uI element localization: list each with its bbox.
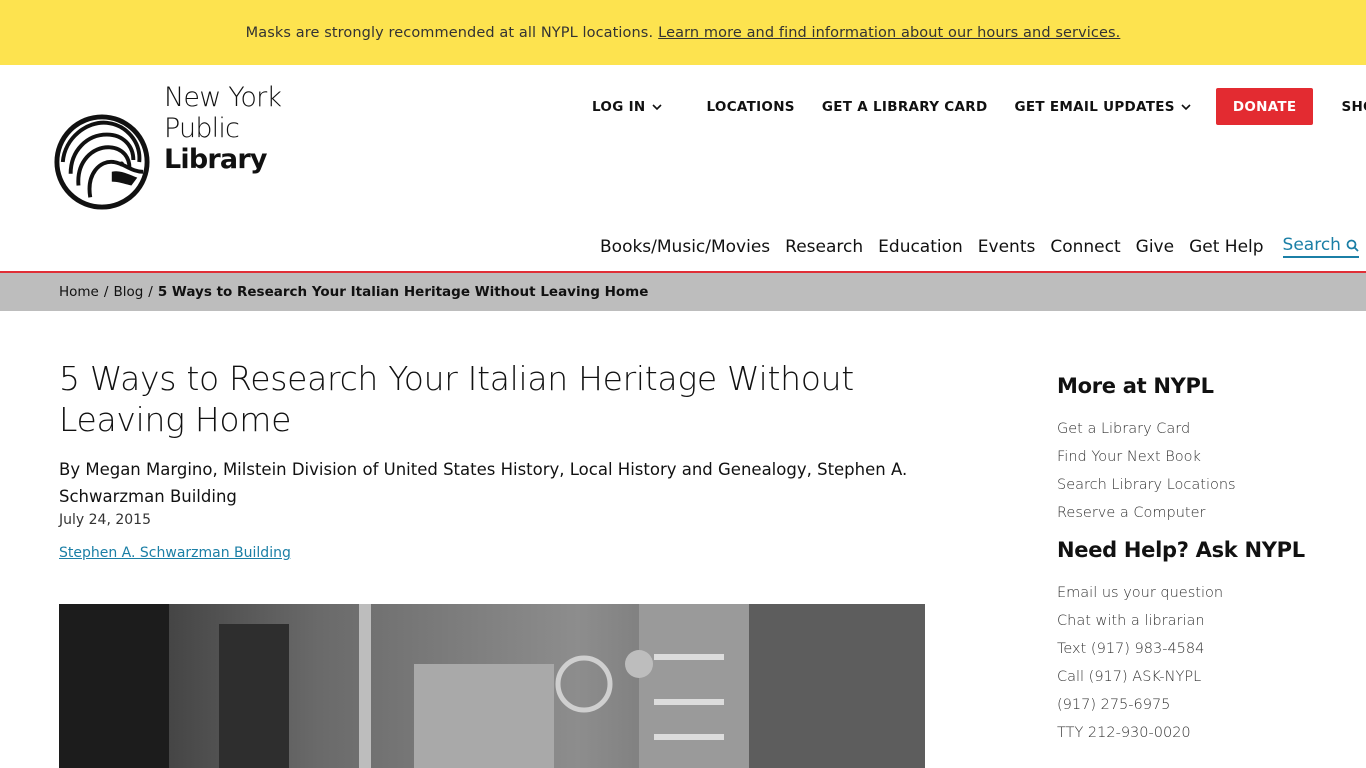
nav-give[interactable]: Give [1136,237,1174,257]
article-byline: By Megan Margino, Milstein Division of U… [59,460,908,506]
nav-books-music-movies[interactable]: Books/Music/Movies [600,237,770,257]
article-header: 5 Ways to Research Your Italian Heritage… [59,358,939,561]
breadcrumb: Home / Blog / 5 Ways to Research Your It… [0,273,1366,311]
main-nav: Books/Music/Movies Research Education Ev… [600,235,1359,258]
article-photo [59,604,925,768]
breadcrumb-blog[interactable]: Blog [113,284,143,300]
nav-get-help[interactable]: Get Help [1189,237,1263,257]
nav-education[interactable]: Education [878,237,963,257]
shop-link[interactable]: SHOP [1341,99,1366,115]
search-label: Search [1282,235,1341,255]
email-updates-label: GET EMAIL UPDATES [1014,98,1175,115]
chevron-down-icon [651,103,662,110]
email-updates-button[interactable]: GET EMAIL UPDATES [1014,98,1191,115]
nav-events[interactable]: Events [978,237,1036,257]
sidebar-link-email[interactable]: Email us your question [1057,579,1347,607]
login-label: LOG IN [592,98,646,115]
locations-link[interactable]: LOCATIONS [707,99,795,115]
location-link[interactable]: Stephen A. Schwarzman Building [59,545,291,561]
breadcrumb-current: 5 Ways to Research Your Italian Heritage… [157,284,649,300]
login-button[interactable]: LOG IN [592,99,662,115]
sidebar-link-library-card[interactable]: Get a Library Card [1057,415,1347,443]
site-header: New York Public Library LOG IN LOCATIONS… [0,65,1366,273]
sidebar-more-list: Get a Library Card Find Your Next Book S… [1057,415,1347,527]
sidebar-more-heading: More at NYPL [1057,374,1214,398]
sidebar: More at NYPL Get a Library Card Find You… [1057,374,1347,747]
library-card-link[interactable]: GET A LIBRARY CARD [822,99,988,115]
sidebar-link-call[interactable]: Call (917) ASK-NYPL [1057,663,1347,691]
utility-nav: LOG IN LOCATIONS GET A LIBRARY CARD GET … [592,88,1366,125]
breadcrumb-separator: / [103,284,109,300]
logo-wordmark[interactable]: New York Public Library [164,82,282,175]
sidebar-link-text[interactable]: Text (917) 983-4584 [1057,635,1347,663]
sidebar-help-list: Email us your question Chat with a libra… [1057,579,1347,747]
alert-link[interactable]: Learn more and find information about ou… [658,25,1120,41]
nav-connect[interactable]: Connect [1050,237,1120,257]
photo-image [59,604,925,768]
chevron-down-icon [1181,103,1191,110]
sidebar-link-locations[interactable]: Search Library Locations [1057,471,1347,499]
sidebar-link-reserve-computer[interactable]: Reserve a Computer [1057,499,1347,527]
sidebar-link-tty[interactable]: TTY 212-930-0020 [1057,719,1347,747]
breadcrumb-home[interactable]: Home [59,284,99,300]
search-button[interactable]: Search [1282,235,1359,258]
alert-text: Masks are strongly recommended at all NY… [245,24,654,41]
breadcrumb-separator: / [148,284,153,300]
sidebar-help-heading: Need Help? Ask NYPL [1057,538,1305,562]
donate-button[interactable]: DONATE [1215,88,1314,125]
logo-line-2: Public [164,113,240,144]
article-date: July 24, 2015 [59,512,151,528]
nav-research[interactable]: Research [785,237,863,257]
logo-line-3: Library [164,144,267,175]
lion-icon[interactable] [53,113,151,211]
sidebar-link-phone[interactable]: (917) 275-6975 [1057,691,1347,719]
search-icon [1346,239,1359,252]
sidebar-link-next-book[interactable]: Find Your Next Book [1057,443,1347,471]
page-title: 5 Ways to Research Your Italian Heritage… [59,359,854,439]
sidebar-link-chat[interactable]: Chat with a librarian [1057,607,1347,635]
logo-line-1: New York [164,82,282,113]
alert-banner: Masks are strongly recommended at all NY… [0,0,1366,65]
